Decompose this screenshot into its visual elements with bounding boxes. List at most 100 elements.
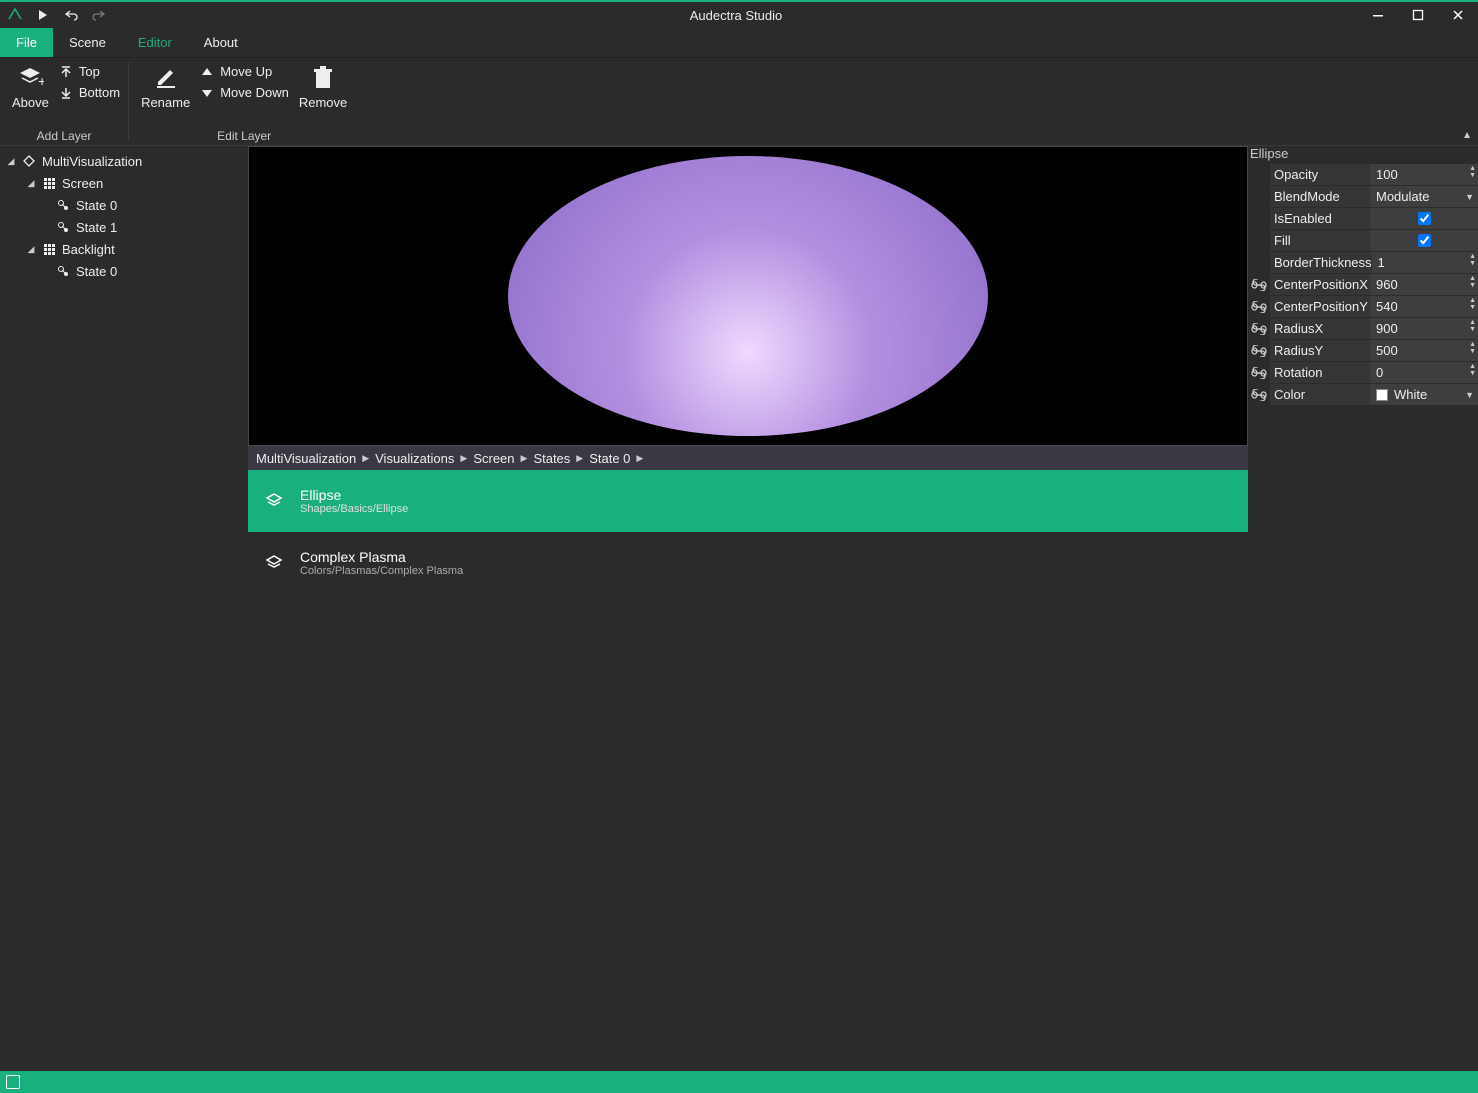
maximize-button[interactable] (1398, 1, 1438, 29)
grid-icon (42, 176, 56, 190)
tree-node-state[interactable]: State 1 (0, 216, 248, 238)
close-button[interactable] (1438, 1, 1478, 29)
expand-icon[interactable]: ◢ (6, 156, 16, 167)
spinner-icon[interactable]: ▲▼ (1469, 319, 1476, 333)
menu-about[interactable]: About (188, 28, 254, 57)
preview-viewport[interactable] (248, 146, 1248, 446)
property-value-cell[interactable]: 540 ▲▼ (1370, 296, 1478, 318)
link-icon[interactable] (1248, 301, 1270, 313)
tree-node-root[interactable]: ◢ MultiVisualization (0, 150, 248, 172)
spinner-icon[interactable]: ▲▼ (1469, 165, 1476, 179)
tree-label: Backlight (62, 242, 115, 257)
add-layer-top-button[interactable]: Top (59, 64, 120, 79)
link-icon[interactable] (1248, 367, 1270, 379)
property-value[interactable]: Modulate (1376, 189, 1429, 204)
breadcrumb-item[interactable]: Visualizations (375, 451, 454, 466)
status-icon[interactable] (6, 1075, 20, 1089)
link-icon[interactable] (1248, 389, 1270, 401)
breadcrumb-item[interactable]: State 0 (589, 451, 630, 466)
link-icon[interactable] (1248, 323, 1270, 335)
link-icon[interactable] (1248, 345, 1270, 357)
top-label: Top (79, 64, 100, 79)
grid-icon (42, 242, 56, 256)
tree-label: Screen (62, 176, 103, 191)
tree-node-state[interactable]: State 0 (0, 194, 248, 216)
statusbar (0, 1071, 1478, 1093)
add-layer-bottom-button[interactable]: Bottom (59, 85, 120, 100)
ribbon-collapse-icon[interactable]: ▲ (1462, 130, 1472, 141)
rename-button[interactable]: Rename (137, 62, 194, 125)
remove-label: Remove (299, 95, 347, 110)
spinner-icon[interactable]: ▲▼ (1469, 363, 1476, 377)
layer-item[interactable]: Complex Plasma Colors/Plasmas/Complex Pl… (248, 532, 1248, 594)
chevron-right-icon: ▶ (460, 453, 467, 464)
expand-icon[interactable]: ◢ (26, 178, 36, 189)
property-value-cell[interactable]: 900 ▲▼ (1370, 318, 1478, 340)
spinner-icon[interactable]: ▲▼ (1469, 341, 1476, 355)
expand-icon[interactable]: ◢ (26, 244, 36, 255)
property-value-cell[interactable] (1370, 230, 1478, 252)
move-down-button[interactable]: Move Down (200, 85, 289, 100)
property-row: BlendMode Modulate ▼ (1248, 186, 1478, 208)
breadcrumb-item[interactable]: MultiVisualization (256, 451, 356, 466)
property-value-cell[interactable]: White ▼ (1370, 384, 1478, 406)
layer-list: Ellipse Shapes/Basics/Ellipse Complex Pl… (248, 470, 1248, 1071)
spinner-icon[interactable]: ▲▼ (1469, 253, 1476, 267)
property-value-cell[interactable]: 100 ▲▼ (1370, 164, 1478, 186)
property-value[interactable]: 900 (1376, 321, 1398, 336)
tree-label: State 0 (76, 198, 117, 213)
trash-icon (309, 64, 337, 92)
property-value[interactable]: 540 (1376, 299, 1398, 314)
tree-node-state[interactable]: State 0 (0, 260, 248, 282)
property-value[interactable]: 960 (1376, 277, 1398, 292)
property-row: Rotation 0▲▼ (1248, 362, 1478, 384)
layers-icon (262, 551, 286, 575)
property-label: RadiusX (1270, 318, 1370, 340)
scene-tree[interactable]: ◢ MultiVisualization ◢ Screen State 0 St… (0, 146, 248, 1071)
breadcrumb-item[interactable]: States (533, 451, 570, 466)
redo-icon[interactable] (90, 6, 108, 24)
chevron-down-icon[interactable]: ▼ (1465, 390, 1474, 400)
property-value[interactable]: 100 (1376, 167, 1398, 182)
undo-icon[interactable] (62, 6, 80, 24)
property-value-cell[interactable] (1370, 208, 1478, 230)
link-icon[interactable] (1248, 279, 1270, 291)
minimize-button[interactable] (1358, 1, 1398, 29)
chevron-right-icon: ▶ (636, 453, 643, 464)
spinner-icon[interactable]: ▲▼ (1469, 275, 1476, 289)
ribbon: + Above Top Bottom Add Laye (0, 58, 1478, 146)
tree-node-screen[interactable]: ◢ Screen (0, 172, 248, 194)
layer-item[interactable]: Ellipse Shapes/Basics/Ellipse (248, 470, 1248, 532)
color-swatch[interactable] (1376, 389, 1388, 401)
pencil-icon (152, 64, 180, 92)
property-value-cell[interactable]: 960 ▲▼ (1370, 274, 1478, 296)
property-value[interactable]: 0 (1376, 365, 1383, 380)
breadcrumb-item[interactable]: Screen (473, 451, 514, 466)
menu-scene[interactable]: Scene (53, 28, 122, 57)
breadcrumb: MultiVisualization ▶ Visualizations ▶ Scre… (248, 446, 1248, 470)
spinner-icon[interactable]: ▲▼ (1469, 297, 1476, 311)
property-value-cell[interactable]: 0 ▲▼ (1370, 362, 1478, 384)
menu-editor[interactable]: Editor (122, 28, 188, 57)
property-value-cell[interactable]: 1 ▲▼ (1372, 252, 1478, 274)
property-value[interactable]: 1 (1378, 255, 1385, 270)
move-up-button[interactable]: Move Up (200, 64, 289, 79)
chevron-right-icon: ▶ (521, 453, 528, 464)
tree-node-backlight[interactable]: ◢ Backlight (0, 238, 248, 260)
property-checkbox[interactable] (1418, 212, 1431, 225)
add-layer-above-button[interactable]: + Above (8, 62, 53, 125)
property-value-cell[interactable]: 500 ▲▼ (1370, 340, 1478, 362)
property-value-cell[interactable]: Modulate ▼ (1370, 186, 1478, 208)
property-checkbox[interactable] (1418, 234, 1431, 247)
property-value[interactable]: 500 (1376, 343, 1398, 358)
property-row: RadiusX 900 ▲▼ (1248, 318, 1478, 340)
property-row: Color White▼ (1248, 384, 1478, 406)
remove-button[interactable]: Remove (295, 62, 351, 125)
property-row: BorderThickness 1▲▼ (1248, 252, 1478, 274)
property-label: BlendMode (1270, 186, 1370, 208)
state-icon (56, 198, 70, 212)
menu-file[interactable]: File (0, 28, 53, 57)
property-value[interactable]: White (1394, 387, 1427, 402)
play-icon[interactable] (34, 6, 52, 24)
chevron-down-icon[interactable]: ▼ (1465, 192, 1474, 202)
